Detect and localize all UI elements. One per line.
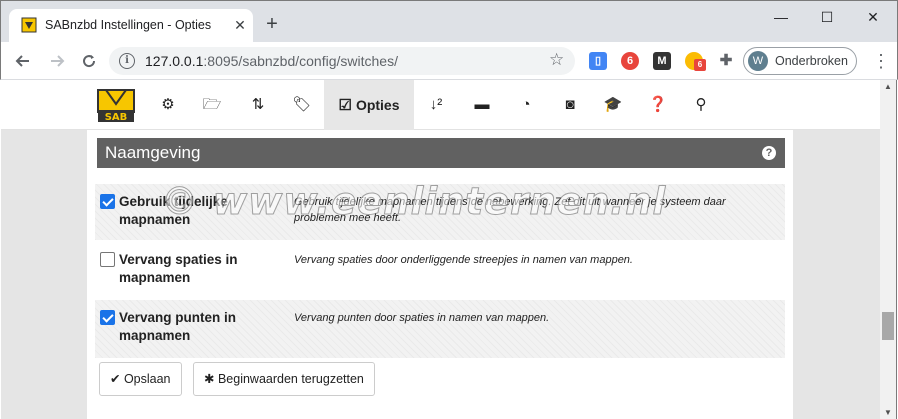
question-circle-icon: ❓ — [648, 96, 668, 113]
tag-icon: 🏷 — [292, 96, 312, 113]
option-row-replace-spaces: Vervang spaties in mapnamen Vervang spat… — [95, 242, 785, 298]
option-description: Vervang spaties door onderliggende stree… — [294, 254, 633, 266]
back-button[interactable] — [11, 49, 35, 73]
url-text[interactable]: 127.0.0.1:8095/sabnzbd/config/switches/ — [145, 53, 398, 69]
browser-tab-strip: SABnzbd Instellingen - Opties ✕ + — ☐ ✕ — [0, 0, 898, 43]
tab-title: SABnzbd Instellingen - Opties — [45, 18, 212, 32]
nav-categories[interactable]: 🏷 — [285, 80, 319, 130]
forward-arrow-icon — [51, 55, 65, 67]
scrollbar-thumb[interactable] — [882, 312, 894, 340]
extension-m-icon[interactable]: M — [653, 52, 671, 70]
vertical-scrollbar[interactable]: ▲ ▼ — [880, 80, 897, 419]
rss-icon: ◙ — [565, 96, 575, 113]
checkbox-replace-dots[interactable] — [100, 310, 115, 325]
tab-close-icon[interactable]: ✕ — [231, 16, 249, 34]
clock-icon: ◔ — [521, 96, 531, 113]
reload-icon — [83, 55, 96, 68]
sabnzbd-favicon-icon — [21, 17, 37, 33]
address-bar[interactable]: i 127.0.0.1:8095/sabnzbd/config/switches… — [109, 47, 575, 75]
option-label[interactable]: Vervang punten in mapnamen — [119, 309, 289, 345]
sort-arrows-icon: ⇅ — [251, 96, 265, 113]
extension-bulb-icon[interactable]: 6 — [685, 52, 706, 71]
scroll-up-icon[interactable]: ▲ — [884, 82, 892, 91]
page-margin-left — [1, 130, 87, 419]
forward-button[interactable] — [45, 49, 69, 73]
profile-status: Onderbroken — [775, 54, 848, 68]
settings-panel: Naamgeving ? Gebruik tijdelijke mapnamen… — [87, 130, 793, 419]
url-host: 127.0.0.1 — [145, 53, 204, 69]
browser-menu-icon[interactable]: ⋮ — [871, 49, 891, 73]
nav-sorting[interactable]: ↓² — [419, 80, 453, 130]
search-icon: ⚲ — [695, 96, 707, 113]
extensions-puzzle-icon[interactable]: ✚ — [717, 52, 735, 70]
graduation-cap-icon: 🎓 — [603, 96, 623, 113]
scroll-down-icon[interactable]: ▼ — [884, 408, 892, 417]
nav-config-general[interactable]: ⚙ — [151, 80, 185, 130]
close-window-button[interactable]: ✕ — [853, 5, 893, 29]
nav-notifications[interactable]: ▬ — [465, 80, 499, 130]
svg-text:SAB: SAB — [105, 112, 128, 123]
browser-tab[interactable]: SABnzbd Instellingen - Opties ✕ — [9, 9, 253, 43]
extension-badge: 6 — [694, 59, 706, 71]
url-path: :8095/sabnzbd/config/switches/ — [203, 53, 398, 69]
reset-defaults-button[interactable]: ✱ Beginwaarden terugzetten — [193, 362, 375, 396]
nav-rss[interactable]: ◙ — [553, 80, 587, 130]
sabnzbd-logo[interactable]: SAB — [96, 86, 136, 126]
checkbox-replace-spaces[interactable] — [100, 252, 115, 267]
section-title: Naamgeving — [105, 143, 201, 162]
maximize-button[interactable]: ☐ — [807, 5, 847, 29]
gear-icon: ⚙ — [161, 96, 175, 113]
sort-numeric-icon: ↓² — [429, 96, 443, 113]
extension-red-icon[interactable]: 6 — [621, 52, 639, 70]
nav-scheduling[interactable]: ◔ — [509, 80, 543, 130]
profile-button[interactable]: W Onderbroken — [743, 47, 857, 75]
folder-open-icon: 🗁 — [202, 96, 222, 113]
nav-help[interactable]: ❓ — [641, 80, 675, 130]
avatar: W — [748, 51, 768, 71]
minimize-button[interactable]: — — [761, 5, 801, 29]
nav-special[interactable]: 🎓 — [596, 80, 630, 130]
new-tab-button[interactable]: + — [261, 13, 283, 35]
watermark: © www.eenlinternen.nl — [160, 180, 667, 224]
option-row-replace-dots: Vervang punten in mapnamen Vervang punte… — [95, 300, 785, 358]
page-viewport: SAB ⚙ 🗁 ⇅ 🏷 ☑ Opties ↓² ▬ ◔ ◙ 🎓 ❓ ⚲ Naamg… — [1, 80, 880, 419]
nav-search[interactable]: ⚲ — [684, 80, 718, 130]
reload-button[interactable] — [77, 49, 101, 73]
browser-toolbar: i 127.0.0.1:8095/sabnzbd/config/switches… — [0, 42, 898, 80]
option-label[interactable]: Vervang spaties in mapnamen — [119, 251, 289, 287]
nav-switches[interactable]: ☑ Opties — [324, 80, 414, 130]
help-icon[interactable]: ? — [762, 146, 776, 160]
nav-servers[interactable]: ⇅ — [241, 80, 275, 130]
extension-bookmark-icon[interactable]: ▯ — [589, 52, 607, 70]
comment-icon: ▬ — [474, 96, 490, 113]
bookmark-star-icon[interactable]: ☆ — [549, 50, 564, 70]
section-header: Naamgeving ? — [97, 138, 785, 168]
page-margin-right — [793, 130, 880, 419]
check-square-icon: ☑ — [338, 97, 352, 114]
checkbox-temp-folders[interactable] — [100, 194, 115, 209]
site-info-icon[interactable]: i — [119, 53, 135, 69]
sabnzbd-navbar: SAB ⚙ 🗁 ⇅ 🏷 ☑ Opties ↓² ▬ ◔ ◙ 🎓 ❓ ⚲ — [1, 80, 880, 130]
save-button[interactable]: ✔ Opslaan — [99, 362, 182, 396]
nav-folders[interactable]: 🗁 — [195, 80, 229, 130]
option-description: Vervang punten door spaties in namen van… — [294, 312, 550, 324]
back-arrow-icon — [15, 55, 29, 67]
nav-switches-label: Opties — [355, 97, 400, 113]
